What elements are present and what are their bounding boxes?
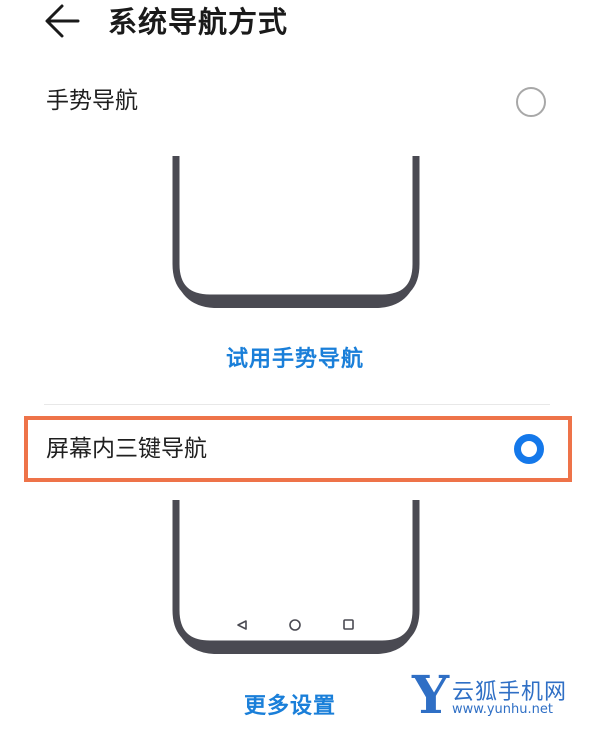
watermark-logo: Y 云狐手机网 www.yunhu.net: [408, 668, 588, 728]
option-gesture-label: 手势导航: [46, 88, 138, 114]
arrow-left-icon: [45, 4, 80, 38]
option-three-key-label: 屏幕内三键导航: [46, 436, 207, 462]
back-button[interactable]: [38, 0, 86, 44]
home-circle-icon: [289, 619, 301, 631]
three-key-radio-button-selected[interactable]: [514, 434, 544, 464]
gesture-phone-illustration: [172, 156, 420, 308]
gesture-radio-button[interactable]: [516, 87, 546, 117]
divider: [44, 404, 550, 405]
watermark-url: www.yunhu.net: [452, 702, 553, 717]
watermark-y-logo: Y: [412, 665, 450, 726]
option-gesture-navigation[interactable]: 手势导航: [24, 68, 572, 134]
recent-square-icon: [343, 619, 354, 630]
option-three-key-navigation[interactable]: 屏幕内三键导航: [24, 416, 572, 482]
try-gesture-navigation-link[interactable]: 试用手势导航: [0, 341, 590, 373]
three-key-phone-illustration: [172, 500, 420, 654]
header: 系统导航方式: [0, 0, 590, 56]
back-triangle-icon: [237, 620, 247, 630]
page-title: 系统导航方式: [108, 5, 289, 39]
